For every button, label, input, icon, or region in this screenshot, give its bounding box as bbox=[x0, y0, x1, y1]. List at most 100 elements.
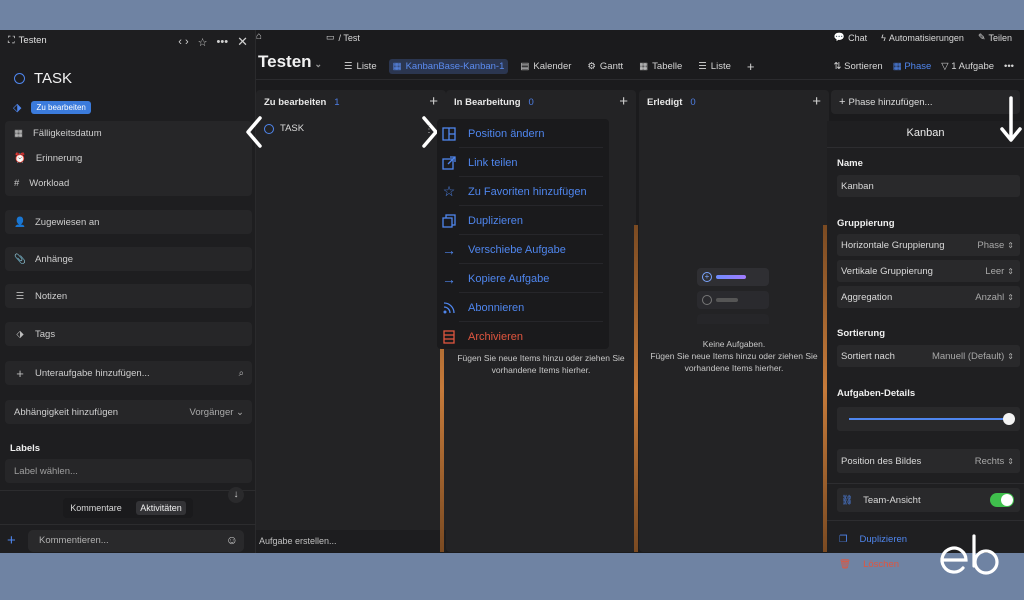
view-tab-list-2[interactable]: ☰ Liste bbox=[694, 59, 735, 74]
kanban-icon: ▦ bbox=[392, 61, 402, 72]
chat-icon: 💬 bbox=[833, 32, 846, 42]
menu-item-subscribe[interactable]: Abonnieren bbox=[437, 293, 609, 322]
duplicate-button[interactable]: ❐ Duplizieren bbox=[839, 534, 907, 545]
task-card[interactable]: TASK bbox=[264, 123, 304, 134]
view-tab-table[interactable]: ▦ Tabelle bbox=[635, 59, 686, 74]
chevron-left-icon bbox=[246, 116, 262, 148]
gantt-icon: ⚙ bbox=[587, 61, 596, 72]
folder-icon: ▭ bbox=[326, 32, 335, 42]
status-circle-icon[interactable] bbox=[14, 73, 25, 84]
menu-item-duplicate[interactable]: Duplizieren bbox=[437, 206, 609, 235]
pencil-icon: ✎ bbox=[977, 32, 986, 42]
home-icon[interactable]: ⌂ bbox=[256, 31, 262, 42]
task-title[interactable]: TASK bbox=[14, 70, 72, 87]
table-icon: ▦ bbox=[639, 61, 649, 72]
breadcrumb[interactable]: ▭ / Test bbox=[326, 32, 360, 43]
team-view-toggle[interactable] bbox=[990, 493, 1014, 507]
label-select[interactable]: Label wählen... bbox=[5, 459, 252, 483]
team-icon: ⛓ bbox=[841, 494, 854, 506]
updown-icon: ⇕ bbox=[1007, 456, 1014, 466]
menu-item-favorite[interactable]: ☆ Zu Favoriten hinzufügen bbox=[437, 177, 609, 206]
code-icon[interactable]: ‹ › bbox=[178, 36, 188, 48]
horizontal-grouping-select[interactable]: Horizontale Gruppierung Phase ⇕ bbox=[837, 234, 1020, 256]
notes-field[interactable]: ☰ Notizen bbox=[5, 284, 252, 308]
sort-button[interactable]: ⇅ Sortieren bbox=[834, 61, 883, 72]
paperclip-icon: 📎 bbox=[14, 253, 26, 265]
share-button[interactable]: ✎ Teilen bbox=[978, 32, 1012, 43]
chat-button[interactable]: 💬 Chat bbox=[834, 32, 867, 43]
kanban-settings-panel: Kanban Name Kanban Gruppierung Horizonta… bbox=[827, 121, 1024, 570]
workload-field[interactable]: # Workload bbox=[14, 178, 69, 189]
delete-button[interactable]: 🗑 Löschen bbox=[839, 559, 899, 570]
column-edge bbox=[634, 225, 638, 552]
task-more-icon[interactable]: ⋮ bbox=[424, 124, 434, 135]
more-icon[interactable]: ••• bbox=[1004, 61, 1014, 72]
reminder-field[interactable]: ⏰ Erinnerung bbox=[14, 153, 82, 164]
add-attachment-button[interactable]: + bbox=[7, 532, 16, 549]
subtask-input[interactable]: + Unteraufgabe hinzufügen... ⌕ bbox=[5, 361, 252, 385]
attachments-field[interactable]: 📎 Anhänge bbox=[5, 247, 252, 271]
due-date-field[interactable]: ▦ Fälligkeitsdatum bbox=[14, 128, 102, 139]
view-tab-calendar[interactable]: ▤ Kalender bbox=[516, 59, 575, 74]
tags-field[interactable]: ⬗ Tags bbox=[5, 322, 252, 346]
empty-illustration: + bbox=[697, 268, 769, 328]
emoji-icon[interactable]: ☺ bbox=[226, 533, 238, 547]
filter-button[interactable]: ▽ 1 Aufgabe bbox=[941, 61, 994, 72]
bolt-icon: ϟ bbox=[881, 32, 886, 43]
status-circle-icon[interactable] bbox=[264, 123, 274, 134]
rss-icon bbox=[441, 300, 457, 316]
add-phase-button[interactable]: + Phase hinzufügen... bbox=[831, 90, 1020, 114]
team-view-row: ⛓ Team-Ansicht bbox=[837, 488, 1020, 512]
close-icon[interactable]: ✕ bbox=[237, 34, 248, 50]
plus-icon: + bbox=[16, 365, 24, 381]
add-task-button[interactable]: + bbox=[429, 93, 438, 110]
add-task-button[interactable]: + bbox=[812, 93, 821, 110]
notes-icon: ☰ bbox=[15, 290, 25, 302]
arrow-right-icon: → bbox=[442, 270, 456, 287]
dependency-select[interactable]: Abhängigkeit hinzufügen Vorgänger ⌄ bbox=[5, 400, 252, 424]
duplicate-icon: ❐ bbox=[839, 534, 848, 545]
labels-heading: Labels bbox=[10, 443, 41, 454]
menu-item-archive[interactable]: Archivieren bbox=[437, 322, 609, 351]
chevron-down-icon: ⌄ bbox=[236, 406, 244, 418]
status-badge[interactable]: Zu bearbeiten bbox=[31, 101, 91, 114]
view-tab-gantt[interactable]: ⚙ Gantt bbox=[583, 59, 627, 74]
hash-icon: # bbox=[14, 178, 20, 189]
image-position-select[interactable]: Position des Bildes Rechts ⇕ bbox=[837, 449, 1020, 473]
more-icon[interactable]: ••• bbox=[217, 36, 229, 48]
add-view-button[interactable]: + bbox=[743, 57, 759, 76]
aggregation-select[interactable]: Aggregation Anzahl ⇕ bbox=[837, 286, 1020, 308]
updown-icon: ⇕ bbox=[1007, 292, 1014, 302]
automations-button[interactable]: ϟ Automatisierungen bbox=[881, 32, 964, 43]
vertical-grouping-select[interactable]: Vertikale Gruppierung Leer ⇕ bbox=[837, 260, 1020, 282]
context-menu: Position ändern Link teilen ☆ Zu Favorit… bbox=[437, 119, 609, 349]
menu-item-move[interactable]: → Verschiebe Aufgabe bbox=[437, 235, 609, 264]
create-task-input[interactable]: Aufgabe erstellen... bbox=[259, 536, 337, 546]
kanban-column-todo: Zu bearbeiten 1 + TASK Aufgabe erstellen.… bbox=[256, 90, 446, 552]
panel-title: Kanban bbox=[906, 127, 945, 139]
sorted-by-select[interactable]: Sortiert nach Manuell (Default) ⇕ bbox=[837, 345, 1020, 367]
duplicate-icon bbox=[441, 213, 457, 229]
view-tab-list-1[interactable]: ☰ Liste bbox=[340, 59, 381, 74]
details-slider[interactable] bbox=[837, 407, 1020, 431]
add-task-button[interactable]: + bbox=[619, 93, 628, 110]
slider-knob[interactable] bbox=[1003, 413, 1015, 425]
filter-icon: ▽ bbox=[941, 61, 949, 72]
phase-button[interactable]: ▦ Phase bbox=[893, 61, 932, 72]
view-tab-kanban[interactable]: ▦ KanbanBase-Kanban-1 bbox=[388, 59, 509, 74]
comment-input[interactable]: Kommentieren... ☺ bbox=[28, 530, 244, 552]
assignee-field[interactable]: 👤 Zugewiesen an bbox=[5, 210, 252, 234]
menu-item-position[interactable]: Position ändern bbox=[437, 119, 609, 148]
empty-title: Keine Aufgaben. bbox=[702, 339, 766, 349]
menu-item-share-link[interactable]: Link teilen bbox=[437, 148, 609, 177]
tab-activities[interactable]: Aktivitäten bbox=[136, 501, 186, 515]
calendar-icon: ▤ bbox=[520, 61, 530, 72]
star-icon[interactable]: ☆ bbox=[198, 36, 208, 49]
star-icon: ☆ bbox=[442, 183, 456, 199]
grid-icon: ▦ bbox=[892, 61, 902, 72]
name-input[interactable]: Kanban bbox=[837, 175, 1020, 197]
scroll-down-button[interactable]: ↓ bbox=[228, 487, 244, 503]
top-bar: ⌂ ▭ / Test 💬 Chat ϟ Automatisierungen ✎ Tei… bbox=[256, 30, 1024, 48]
menu-item-copy[interactable]: → Kopiere Aufgabe bbox=[437, 264, 609, 293]
tab-comments[interactable]: Kommentare bbox=[70, 503, 122, 513]
